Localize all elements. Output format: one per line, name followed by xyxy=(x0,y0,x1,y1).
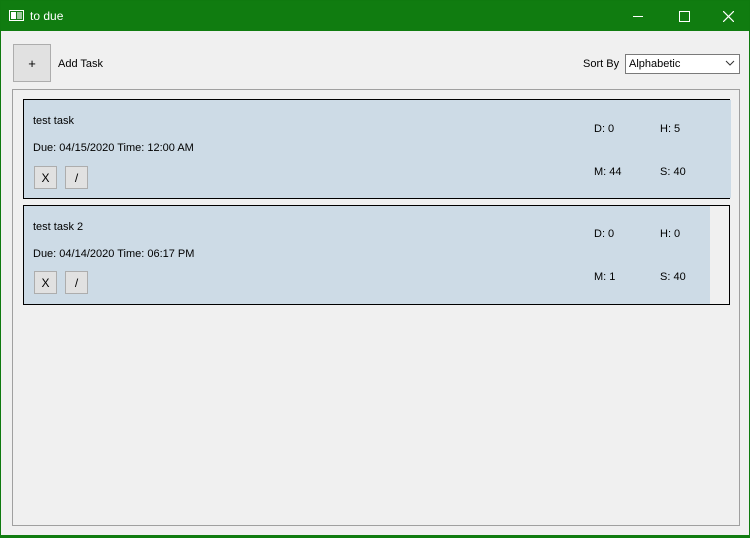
title-bar[interactable]: to due xyxy=(1,1,749,31)
delete-task-button[interactable]: X xyxy=(34,271,57,294)
window-title: to due xyxy=(30,9,64,23)
add-task-button[interactable]: + xyxy=(13,44,51,82)
chevron-down-icon xyxy=(725,60,735,66)
hours-remaining: H: 0 xyxy=(660,228,681,240)
add-task-label: Add Task xyxy=(58,58,104,70)
minutes-remaining: M: 1 xyxy=(594,271,616,283)
days-remaining: D: 0 xyxy=(594,123,615,135)
app-window: to due + Add Task Sort By Alphabetic tes… xyxy=(0,0,750,538)
minimize-icon xyxy=(632,15,643,17)
task-name: test task 2 xyxy=(33,221,84,233)
task-card: test task Due: 04/15/2020 Time: 12:00 AM… xyxy=(23,99,731,199)
minutes-remaining: M: 44 xyxy=(594,166,622,178)
task-list[interactable]: test task Due: 04/15/2020 Time: 12:00 AM… xyxy=(12,89,740,526)
task-due-date: Due: 04/14/2020 Time: 06:17 PM xyxy=(33,248,195,260)
seconds-remaining: S: 40 xyxy=(660,166,686,178)
days-remaining: D: 0 xyxy=(594,228,615,240)
task-due-date: Due: 04/15/2020 Time: 12:00 AM xyxy=(33,142,194,154)
minimize-button[interactable] xyxy=(615,1,661,31)
edit-task-button[interactable]: / xyxy=(65,271,88,294)
close-button[interactable] xyxy=(705,1,750,31)
hours-remaining: H: 5 xyxy=(660,123,681,135)
sort-by-label: Sort By xyxy=(583,58,620,70)
edit-task-button[interactable]: / xyxy=(65,166,88,189)
sort-by-value: Alphabetic xyxy=(629,58,681,70)
maximize-icon xyxy=(678,10,690,22)
task-card: test task 2 Due: 04/14/2020 Time: 06:17 … xyxy=(23,205,730,305)
sort-by-select[interactable]: Alphabetic xyxy=(625,54,740,74)
delete-task-button[interactable]: X xyxy=(34,166,57,189)
app-icon xyxy=(9,10,24,21)
close-icon xyxy=(722,10,734,22)
seconds-remaining: S: 40 xyxy=(660,271,686,283)
task-name: test task xyxy=(33,115,74,127)
maximize-button[interactable] xyxy=(661,1,707,31)
